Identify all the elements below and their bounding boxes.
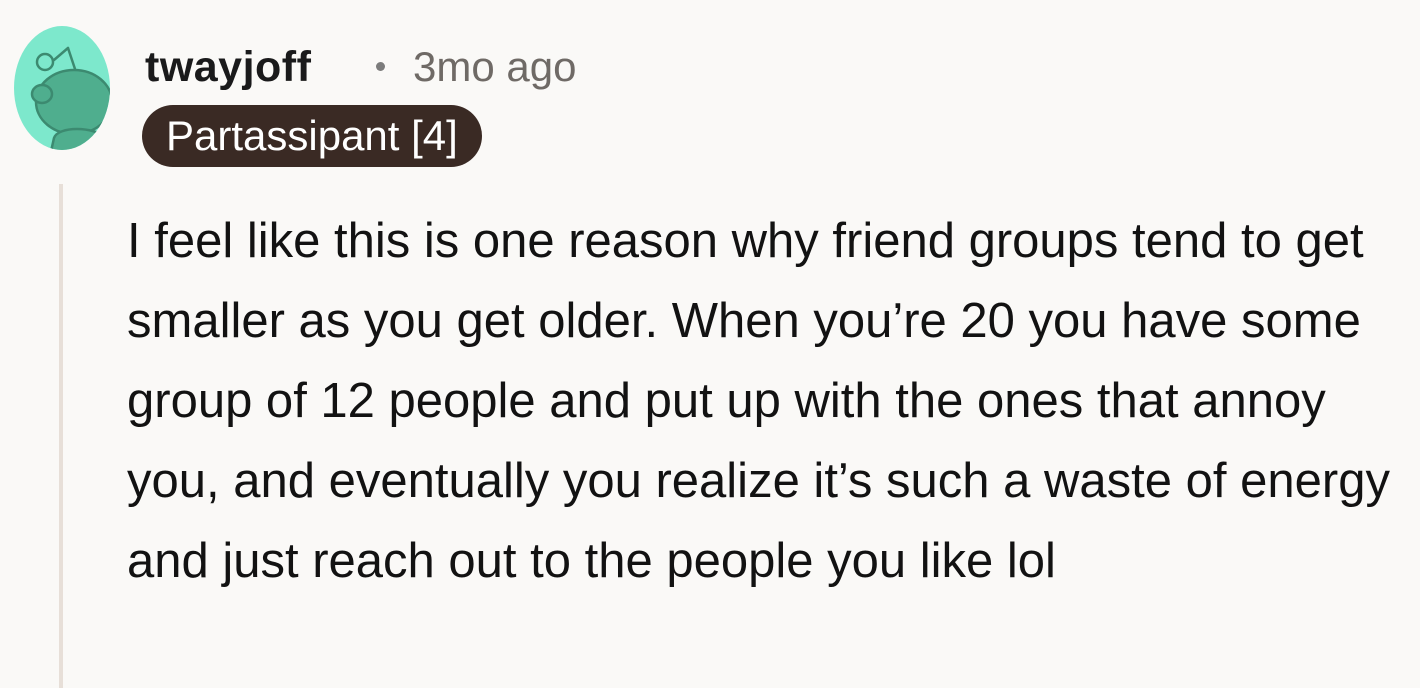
user-flair: Partassipant [4] <box>142 105 482 167</box>
comment-timestamp[interactable]: 3mo ago <box>413 41 576 93</box>
separator-dot <box>376 62 385 71</box>
comment-author[interactable]: twayjoff <box>145 41 311 93</box>
avatar[interactable] <box>14 26 110 150</box>
snoo-avatar-icon <box>14 26 110 150</box>
comment: twayjoff 3mo ago Partassipant [4] I feel… <box>0 0 1420 688</box>
comment-body: I feel like this is one reason why frien… <box>127 214 1390 588</box>
thread-line[interactable] <box>59 184 63 688</box>
